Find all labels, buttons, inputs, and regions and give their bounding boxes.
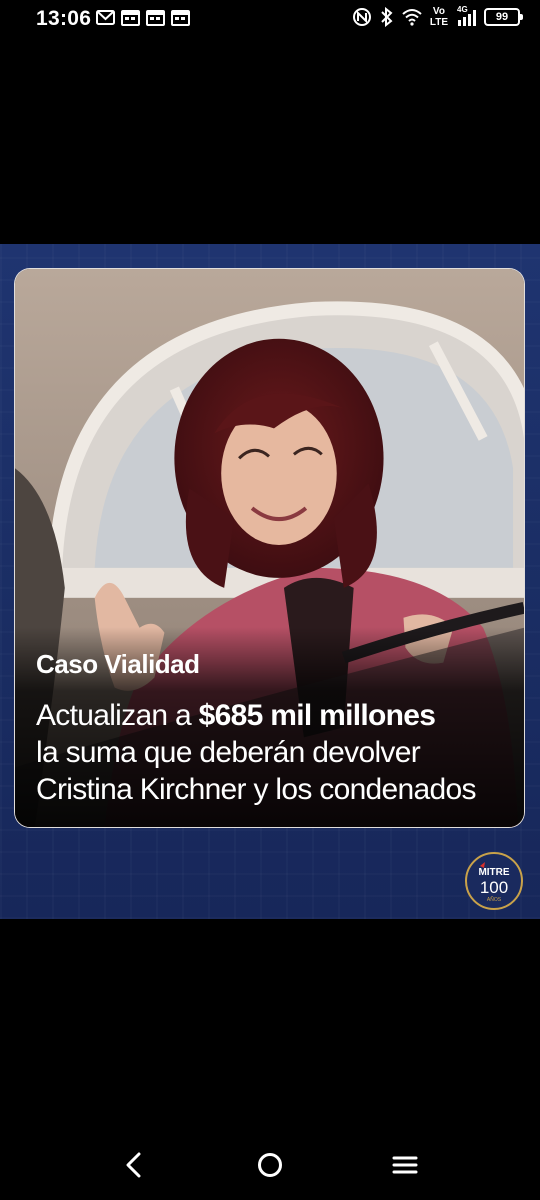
headline-highlight: $685 mil millones: [198, 699, 436, 732]
calendar-icon: [121, 10, 140, 26]
back-button[interactable]: [114, 1145, 154, 1185]
status-time: 13:06: [36, 7, 92, 30]
notification-icons: [96, 9, 190, 26]
calendar-icon: [146, 10, 165, 26]
system-icons: Vo LTE 4G 99: [352, 5, 523, 28]
news-headline: Actualizan a $685 mil millones la suma q…: [36, 697, 521, 808]
mitre-logo: MITRE 100 AÑOS: [465, 852, 523, 910]
menu-icon: [392, 1156, 418, 1174]
calendar-icon: [171, 10, 190, 26]
menu-button[interactable]: [385, 1145, 425, 1185]
volte-indicator: Vo LTE: [429, 6, 448, 28]
news-kicker: Caso Vialidad: [36, 649, 200, 679]
bluetooth-icon: [381, 7, 393, 27]
status-bar: 13:06 Vo LTE 4G 99: [0, 0, 540, 40]
mitre-logo-graphic: MITRE 100 AÑOS: [478, 862, 510, 903]
home-button[interactable]: [250, 1145, 290, 1185]
signal-indicator: 4G: [456, 5, 476, 27]
wifi-icon: [402, 9, 422, 26]
navigation-bar: [0, 1125, 540, 1200]
svg-text:100: 100: [480, 878, 508, 897]
headline-line-2: la suma que deberán devolver: [36, 736, 421, 769]
svg-text:AÑOS: AÑOS: [487, 896, 502, 903]
headline-line-3: Cristina Kirchner y los condenados: [36, 773, 476, 806]
news-card: Caso Vialidad Actualizan a $685 mil mill…: [14, 268, 525, 828]
nfc-icon: [352, 8, 371, 26]
home-icon: [258, 1153, 282, 1177]
battery-indicator: 99: [484, 8, 523, 26]
headline-prefix: Actualizan a: [36, 699, 199, 732]
battery-level: 99: [495, 11, 509, 23]
back-icon: [126, 1152, 141, 1178]
post-image[interactable]: Caso Vialidad Actualizan a $685 mil mill…: [0, 244, 540, 919]
signal-icon: [458, 10, 476, 26]
gmail-icon: [96, 10, 115, 25]
svg-text:MITRE: MITRE: [478, 867, 509, 878]
